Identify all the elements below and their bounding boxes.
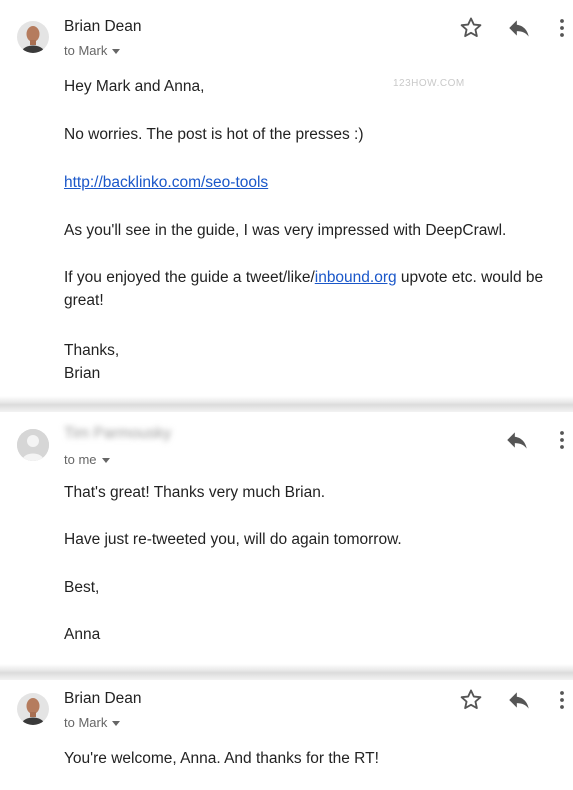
star-icon[interactable] (458, 687, 484, 713)
more-vert-icon[interactable] (554, 15, 570, 41)
message-line: Best, (64, 579, 100, 596)
chevron-down-icon (112, 49, 121, 55)
message-line: Have just re-tweeted you, will do again … (64, 531, 402, 548)
reply-icon[interactable] (504, 427, 530, 453)
chevron-down-icon (101, 458, 110, 464)
message-line: That's great! Thanks very much Brian. (64, 484, 326, 501)
message-line: great! (64, 292, 104, 309)
message-paragraph: If you enjoyed the guide a tweet/like/in… (64, 266, 564, 289)
message-line: You're welcome, Anna. And thanks for the… (64, 750, 379, 767)
message-line: No worries. The post is hot of the press… (64, 126, 364, 143)
sender-avatar[interactable] (17, 429, 49, 461)
message-line: Brian (64, 365, 101, 382)
recipient-dropdown[interactable]: to Mark (64, 43, 121, 58)
reply-icon[interactable] (506, 687, 532, 713)
recipient-dropdown[interactable]: to me (64, 452, 110, 467)
message-line: Thanks, (64, 342, 120, 359)
message-3: Brian Dean to Mark You're welcome, Anna.… (0, 680, 573, 790)
message-1: Brian Dean to Mark 123HOW.COM Hey Mark a… (0, 0, 573, 398)
more-vert-icon[interactable] (554, 687, 570, 713)
inbound-link[interactable]: inbound.org (315, 269, 397, 286)
chevron-down-icon (112, 721, 121, 727)
message-line: As you'll see in the guide, I was very i… (64, 222, 507, 239)
message-link[interactable]: http://backlinko.com/seo-tools (64, 171, 268, 194)
recipient-dropdown[interactable]: to Mark (64, 715, 121, 730)
watermark: 123HOW.COM (393, 78, 465, 89)
star-icon[interactable] (458, 15, 484, 41)
sender-avatar[interactable] (17, 693, 49, 725)
more-vert-icon[interactable] (554, 427, 570, 453)
message-text: If you enjoyed the guide a tweet/like/ (64, 269, 315, 286)
message-divider (0, 664, 573, 680)
message-text: upvote etc. would be (396, 269, 544, 286)
sender-avatar[interactable] (17, 21, 49, 53)
reply-icon[interactable] (506, 15, 532, 41)
sender-name[interactable]: Brian Dean (64, 18, 142, 36)
message-2: Tim Parmousky to me That's great! Thanks… (0, 412, 573, 665)
sender-name[interactable]: Tim Parmousky (64, 425, 171, 443)
message-line: Hey Mark and Anna, (64, 78, 205, 95)
recipient-label: to Mark (64, 715, 108, 730)
recipient-label: to Mark (64, 43, 108, 58)
sender-name[interactable]: Brian Dean (64, 690, 142, 708)
message-line: Anna (64, 626, 101, 643)
recipient-label: to me (64, 452, 97, 467)
message-divider (0, 396, 573, 412)
